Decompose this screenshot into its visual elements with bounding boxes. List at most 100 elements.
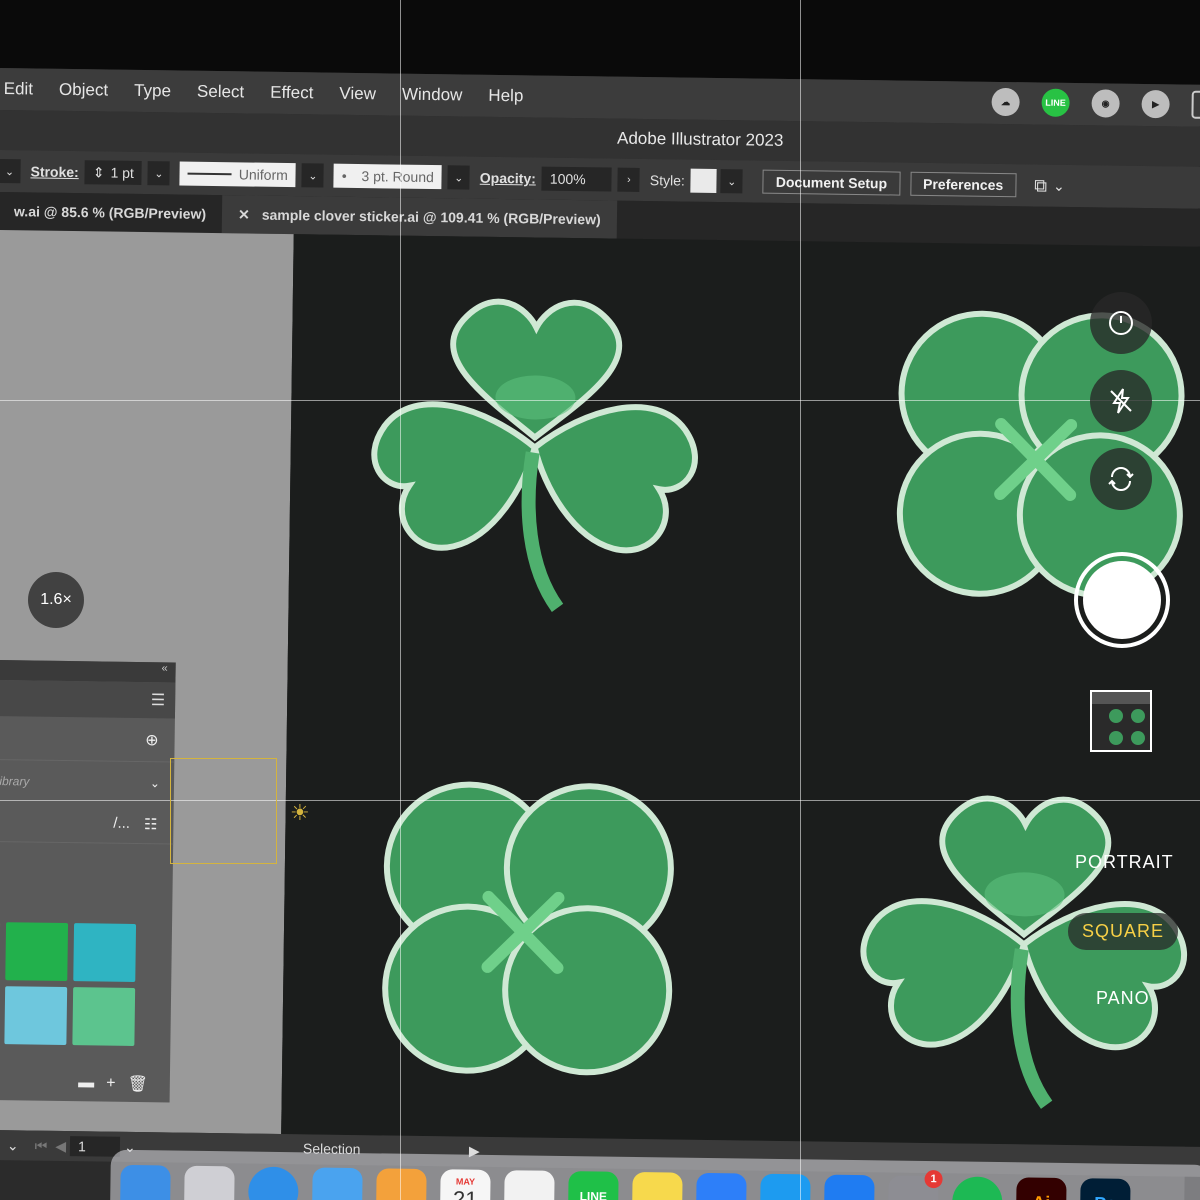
profile-dropdown[interactable]: ⌄ [301, 163, 325, 188]
calendar-icon[interactable]: MAY 21 [439, 1169, 491, 1200]
input-source-icon[interactable]: A [1191, 90, 1200, 120]
timer-button[interactable] [1090, 292, 1152, 354]
mode-square[interactable]: SQUARE [1068, 913, 1179, 950]
launchpad-icon[interactable] [183, 1165, 235, 1200]
finder-icon[interactable] [120, 1164, 171, 1200]
swatch[interactable] [73, 923, 137, 982]
libraries-panel: « ☰ ⊕ f library ⌄ /... ☷ [0, 659, 176, 1103]
menu-edit[interactable]: Edit [4, 79, 34, 99]
add-user-icon[interactable]: ⊕ [145, 730, 159, 750]
spotify-icon[interactable] [951, 1176, 1003, 1200]
system-settings-icon[interactable]: 1 [887, 1170, 943, 1200]
mode-pano[interactable]: PANO [1096, 988, 1150, 1009]
collapse-icon[interactable]: « [0, 659, 176, 683]
folder-icon[interactable]: ▬ [78, 1074, 94, 1092]
menu-window[interactable]: Window [402, 85, 463, 106]
chevron-down-icon[interactable]: ⌄ [1053, 177, 1065, 194]
list-view-icon[interactable]: ☷ [144, 815, 158, 833]
creative-cloud-icon[interactable]: ☁ [991, 87, 1020, 117]
chevron-down-icon[interactable]: ⌄ [7, 1137, 19, 1154]
menu-object[interactable]: Object [59, 80, 108, 101]
mail-icon[interactable] [311, 1167, 363, 1200]
variable-width-profile[interactable]: Uniform [179, 161, 297, 188]
menu-type[interactable]: Type [134, 81, 171, 102]
calendar-day: 21 [452, 1186, 478, 1200]
mode-portrait[interactable]: PORTRAIT [1075, 852, 1174, 873]
stroke-label[interactable]: Stroke: [30, 163, 78, 180]
last-photo-thumbnail[interactable] [1090, 690, 1152, 752]
profile-value: Uniform [238, 166, 288, 184]
menu-select[interactable]: Select [197, 82, 245, 103]
grid-line [400, 0, 401, 1200]
menu-extras: ☁ LINE ◉ ▶ A [991, 87, 1200, 120]
opacity-field[interactable]: 100% [541, 166, 613, 192]
chevron-down-icon: ⌄ [149, 776, 161, 791]
photos-icon[interactable] [375, 1168, 427, 1200]
tab-sample-clover-sticker[interactable]: ✕ sample clover sticker.ai @ 109.41 % (R… [221, 195, 617, 239]
shutter-core [1083, 561, 1161, 639]
illustrator-icon[interactable]: Ai [1015, 1177, 1067, 1200]
reminders-icon[interactable] [503, 1170, 555, 1200]
opacity-arrow[interactable]: › [617, 167, 641, 192]
style-dropdown[interactable]: ⌄ [720, 169, 744, 194]
record-icon[interactable]: ◉ [1091, 89, 1120, 118]
view-label[interactable]: /... [113, 815, 130, 832]
stroke-weight-dropdown[interactable]: ⌄ [147, 161, 171, 186]
swatch[interactable] [4, 986, 68, 1046]
line-app-icon[interactable]: LINE [1041, 88, 1070, 117]
stepper-icon[interactable]: ⇕ [93, 164, 105, 181]
swatch[interactable] [72, 987, 136, 1046]
notes-icon[interactable] [631, 1171, 683, 1200]
flash-off-icon [1110, 388, 1132, 414]
document-setup-button[interactable]: Document Setup [762, 169, 901, 196]
library-select-value: f library [0, 774, 30, 789]
stroke-weight-field[interactable]: ⇕ 1 pt [84, 160, 143, 185]
shutter-button[interactable] [1074, 552, 1170, 648]
panel-account-row: ⊕ [0, 715, 175, 763]
panel-menu-icon[interactable]: ☰ [151, 690, 166, 710]
add-icon[interactable]: + [106, 1075, 116, 1093]
tab-label: w.ai @ 85.6 % (RGB/Preview) [13, 203, 207, 222]
app-store-icon[interactable] [823, 1174, 875, 1200]
menu-view[interactable]: View [339, 84, 376, 105]
opacity-label[interactable]: Opacity: [480, 170, 536, 187]
flash-button[interactable] [1090, 370, 1152, 432]
close-icon[interactable]: ✕ [238, 206, 250, 223]
focus-box [170, 758, 277, 864]
brush-dropdown[interactable]: ⌄ [447, 165, 471, 190]
artboard[interactable] [281, 234, 1200, 1147]
tab-label: sample clover sticker.ai @ 109.41 % (RGB… [261, 206, 601, 228]
tab-document-1[interactable]: w.ai @ 85.6 % (RGB/Preview) [0, 192, 222, 233]
stroke-weight-value: 1 pt [110, 164, 134, 181]
artboard-number-field[interactable]: 1 [69, 1136, 121, 1157]
line-icon[interactable]: LINE [567, 1171, 619, 1200]
brush-definition[interactable]: • 3 pt. Round [333, 163, 443, 190]
app-title: Adobe Illustrator 2023 [616, 128, 784, 150]
exposure-sun-icon[interactable]: ☀ [290, 800, 310, 826]
switch-camera-button[interactable] [1090, 448, 1152, 510]
workspace: « ☰ ⊕ f library ⌄ /... ☷ [0, 229, 1200, 1147]
notification-badge: 1 [924, 1170, 943, 1189]
swatch[interactable] [5, 922, 69, 982]
library-select[interactable]: f library ⌄ [0, 760, 174, 805]
zoom-button[interactable]: 1.6× [28, 572, 84, 628]
photoshop-icon[interactable]: Ps [1079, 1178, 1131, 1200]
chevron-down-icon[interactable]: ⌄ [0, 158, 21, 184]
library-view-controls: /... ☷ [0, 801, 174, 845]
first-page-icon[interactable]: ⏮ [35, 1137, 48, 1154]
safari-icon[interactable] [247, 1166, 299, 1200]
menu-help[interactable]: Help [488, 86, 523, 106]
freeform-icon[interactable] [695, 1172, 747, 1200]
menu-effect[interactable]: Effect [270, 83, 313, 104]
graphic-style-swatch[interactable] [690, 168, 718, 194]
photoshop-label: Ps [1094, 1193, 1116, 1200]
play-icon[interactable]: ▶ [1141, 89, 1170, 119]
previous-page-icon[interactable]: ◀ [55, 1137, 66, 1154]
trash-icon[interactable]: 🗑 [127, 1074, 148, 1094]
preferences-button[interactable]: Preferences [909, 171, 1017, 198]
grid-line [0, 400, 1200, 401]
twitter-icon[interactable] [759, 1173, 811, 1200]
shamrock-sticker[interactable] [352, 275, 717, 630]
panel-footer: ▬ + 🗑 [0, 1064, 170, 1103]
arrange-icon[interactable]: ⧉ [1034, 175, 1047, 196]
